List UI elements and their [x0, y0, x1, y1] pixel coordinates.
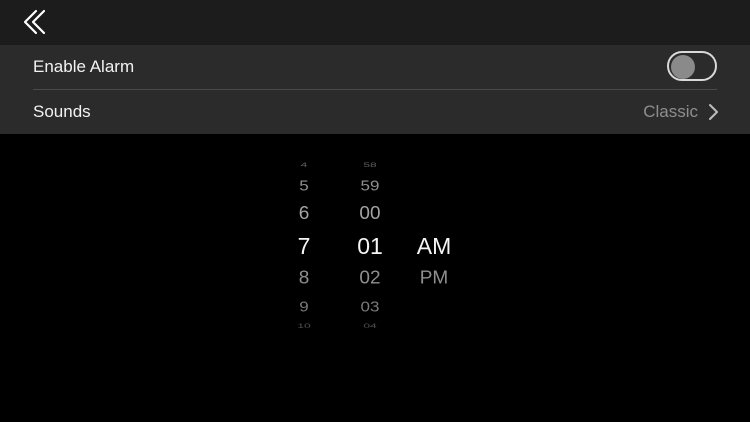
sounds-row[interactable]: Sounds Classic — [0, 90, 750, 134]
chevron-left-icon — [23, 9, 46, 35]
navigation-bar — [0, 0, 750, 45]
enable-alarm-label: Enable Alarm — [33, 57, 135, 76]
settings-group: Enable Alarm Sounds Classic — [0, 45, 750, 134]
chevron-right-icon — [709, 104, 718, 120]
time-picker: 4 5 6 7 8 9 10 58 59 00 01 02 03 04 AM PM — [0, 134, 750, 422]
period-option[interactable]: AM — [394, 233, 474, 260]
period-wheel[interactable]: AM PM — [394, 134, 474, 422]
enable-alarm-toggle[interactable] — [667, 51, 717, 81]
enable-alarm-row: Enable Alarm — [0, 45, 750, 89]
back-button[interactable] — [14, 4, 54, 40]
sounds-value: Classic — [643, 102, 698, 121]
toggle-knob — [671, 55, 695, 79]
period-option[interactable]: PM — [394, 269, 474, 290]
sounds-label: Sounds — [33, 102, 91, 121]
